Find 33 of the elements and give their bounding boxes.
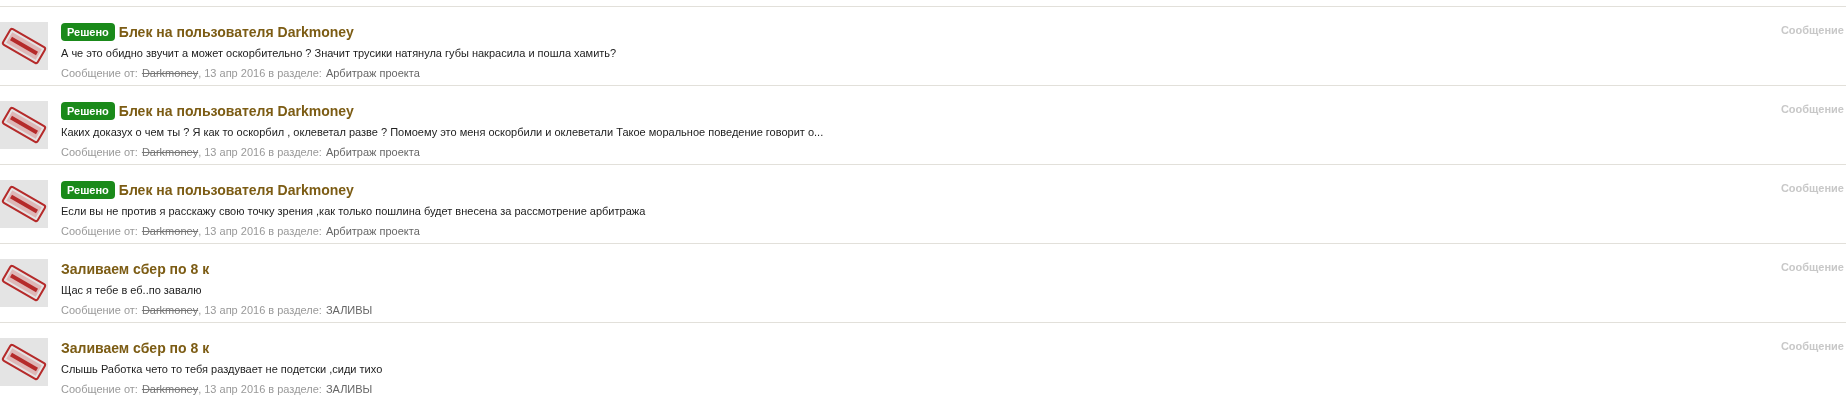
message-snippet: Слышь Работка чето то тебя раздувает не подетски ,сиди тихо (61, 362, 384, 377)
post-date: , 13 апр 2016 в разделе: (198, 381, 322, 397)
section-link[interactable]: Арбитраж проекта (325, 64, 420, 81)
post-date: , 13 апр 2016 в разделе: (198, 65, 322, 81)
status-badge: Решено (61, 181, 115, 199)
thread-title-link[interactable]: Блек на пользователя Darkmoney (118, 100, 354, 122)
post-date: , 13 апр 2016 в разделе: (198, 302, 322, 318)
status-badge: Решено (61, 102, 115, 120)
section-link[interactable]: Арбитраж проекта (325, 143, 420, 160)
post-date: , 13 апр 2016 в разделе: (198, 223, 322, 239)
author-link[interactable]: Darkmoney (141, 222, 199, 239)
meta-label: Сообщение от: (61, 223, 138, 239)
message-snippet: Щас я тебе в еб..по завалю (61, 283, 203, 298)
thread-title-link[interactable]: Блек на пользователя Darkmoney (118, 21, 354, 43)
meta-label: Сообщение от: (61, 302, 138, 318)
status-badge: Решено (61, 23, 115, 41)
section-link[interactable]: ЗАЛИВЫ (325, 301, 373, 318)
meta-label: Сообщение от: (61, 65, 138, 81)
meta-label: Сообщение от: (61, 144, 138, 160)
author-link[interactable]: Darkmoney (141, 64, 199, 81)
author-link[interactable]: Darkmoney (141, 301, 199, 318)
meta-label: Сообщение от: (61, 381, 138, 397)
post-date: , 13 апр 2016 в разделе: (198, 144, 322, 160)
message-snippet: Если вы не против я расскажу свою точку зрения ,как только пошлина будет внесена за рассмотрение арбитража (61, 204, 647, 219)
author-link[interactable]: Darkmoney (141, 143, 199, 160)
section-link[interactable]: ЗАЛИВЫ (325, 380, 373, 397)
thread-title-link[interactable]: Блек на пользователя Darkmoney (118, 179, 354, 201)
section-link[interactable]: Арбитраж проекта (325, 222, 420, 239)
author-link[interactable]: Darkmoney (141, 380, 199, 397)
message-snippet: Каких доказух о чем ты ? Я как то оскорбил , оклеветал разве ? Помоему это меня оскорбили и оклеветали Такое моральное поведение говорит о... (61, 125, 825, 140)
thread-title-link[interactable]: Заливаем сбер по 8 к (61, 337, 210, 359)
message-snippet: А че это обидно звучит а может оскорбительно ? Значит трусики натянула губы накрасила и пошла хамить? (61, 46, 618, 61)
thread-title-link[interactable]: Заливаем сбер по 8 к (61, 258, 210, 280)
